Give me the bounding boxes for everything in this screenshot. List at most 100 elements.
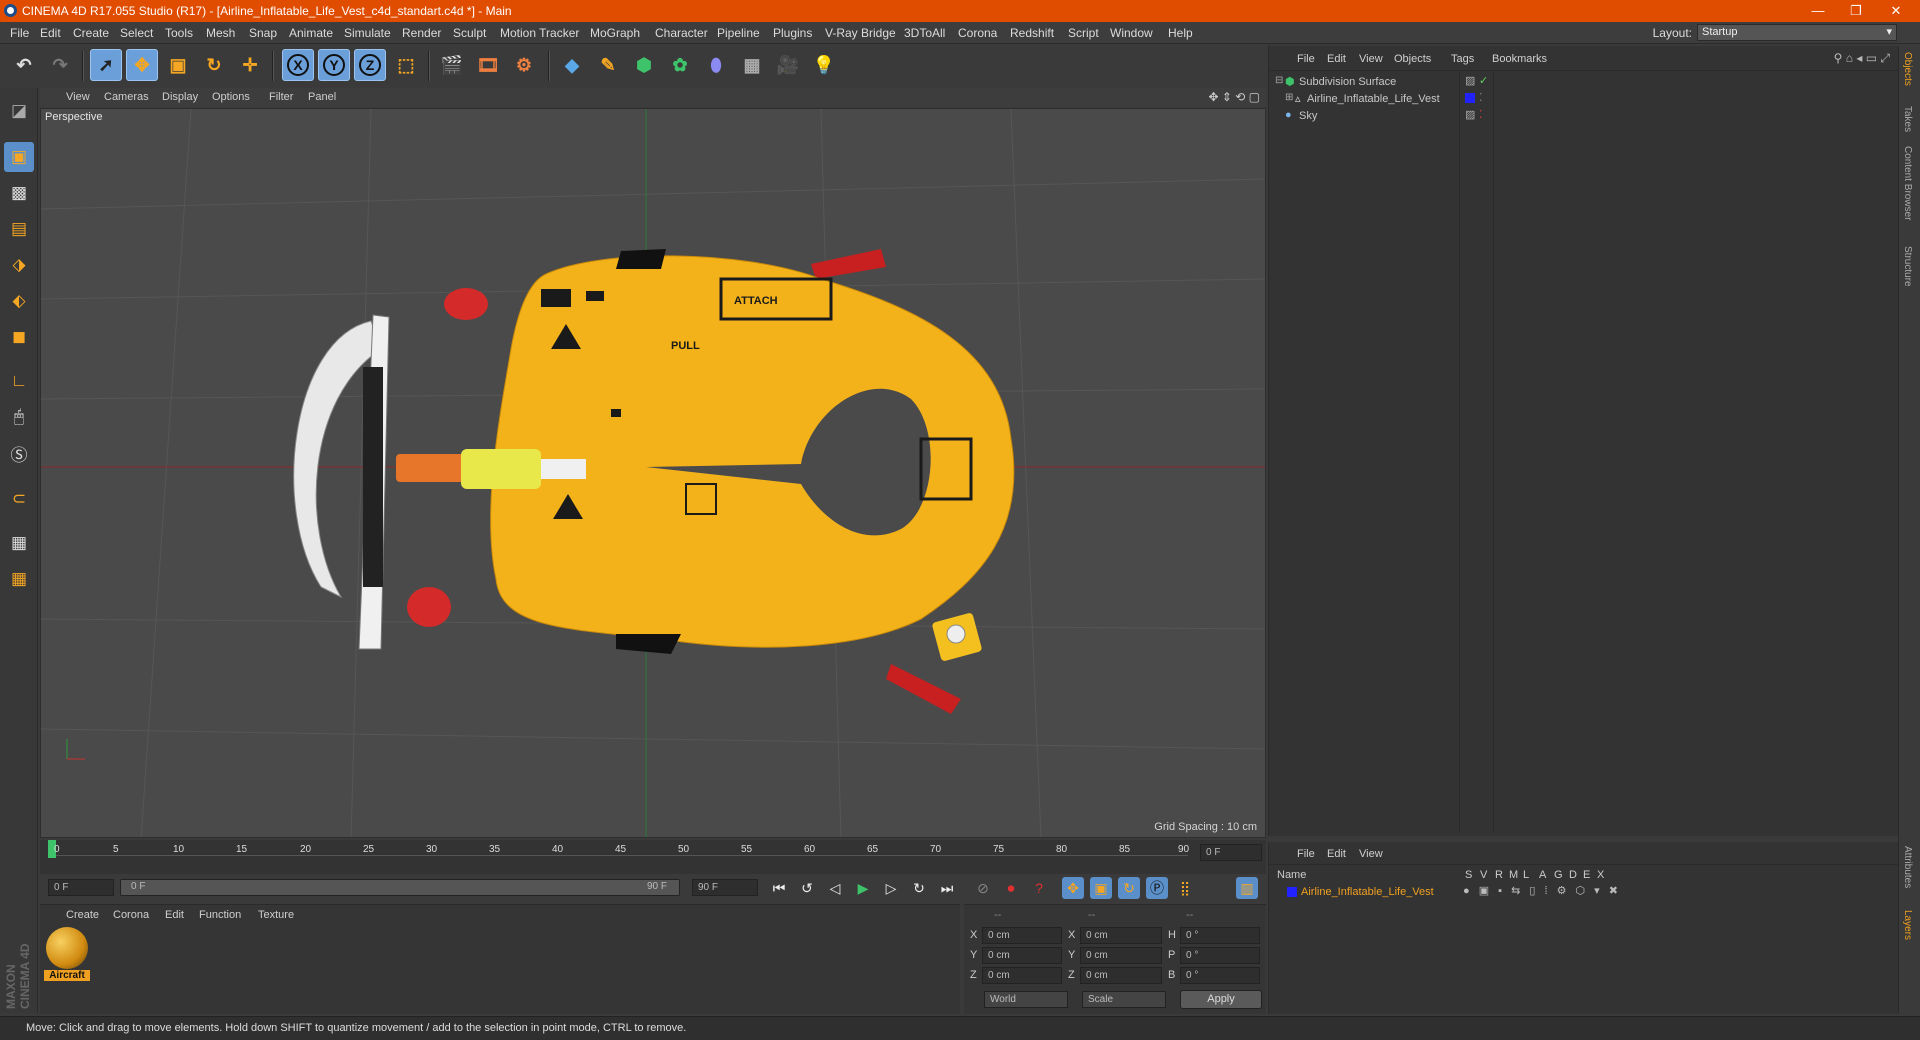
objects-menu-tags[interactable]: Tags <box>1451 53 1474 65</box>
polygons-mode-icon[interactable]: ◼ <box>4 322 34 352</box>
lock-workplane-icon[interactable]: ▦ <box>4 528 34 558</box>
object-manager-nav-icons[interactable]: ⚲ ⌂ ◂ ▭ ⤢ <box>1834 51 1890 66</box>
make-editable-icon[interactable]: ◪ <box>4 96 34 126</box>
viewport-menu-display[interactable]: Display <box>162 91 198 103</box>
layout-dropdown[interactable]: Startup ▾ <box>1697 24 1897 41</box>
render-view-icon[interactable]: 🎬 <box>436 49 468 81</box>
menu-window[interactable]: Window <box>1110 26 1153 40</box>
camera-icon[interactable]: 🎥 <box>772 49 804 81</box>
coord-pos-x-field[interactable]: 0 cm <box>982 927 1062 944</box>
coord-mode-world-dropdown[interactable]: World <box>984 991 1068 1008</box>
key-position-icon[interactable]: ✥ <box>1062 877 1084 899</box>
menu-corona[interactable]: Corona <box>958 26 997 40</box>
timeline-ruler[interactable]: 0 5 10 15 20 25 30 35 40 45 50 55 60 65 … <box>40 840 1266 874</box>
prev-frame-icon[interactable]: ◁ <box>824 877 846 899</box>
cloner-icon[interactable]: ✿ <box>664 49 696 81</box>
maximize-button[interactable]: ❐ <box>1838 1 1874 21</box>
material-aircraft[interactable]: Aircraft <box>44 927 90 985</box>
objects-menu-file[interactable]: File <box>1297 53 1315 65</box>
deformer-icon[interactable]: ⬮ <box>700 49 732 81</box>
editor-render-visibility-icon[interactable]: ▨ <box>1465 74 1475 87</box>
menu-simulate[interactable]: Simulate <box>344 26 391 40</box>
tab-content-browser[interactable]: Content Browser <box>1902 146 1913 220</box>
y-axis-lock-button[interactable]: Y <box>318 49 350 81</box>
menu-edit[interactable]: Edit <box>40 26 61 40</box>
visibility-dots-icon[interactable]: ⁚ <box>1479 91 1483 104</box>
axis-mode-icon[interactable]: ∟ <box>4 366 34 396</box>
cube-icon[interactable]: ◆ <box>556 49 588 81</box>
key-rotation-icon[interactable]: ↻ <box>1118 877 1140 899</box>
next-keyframe-icon[interactable]: ↻ <box>908 877 930 899</box>
menu-plugins[interactable]: Plugins <box>773 26 812 40</box>
object-row-life-vest[interactable]: ⊞ ▵ Airline_Inflatable_Life_Vest ⁚ <box>1273 91 1893 107</box>
apply-button[interactable]: Apply <box>1180 990 1262 1009</box>
workplane-icon[interactable]: ▤ <box>4 214 34 244</box>
material-menu-function[interactable]: Function <box>199 909 241 921</box>
subdivision-surface-icon[interactable]: ⬢ <box>628 49 660 81</box>
coord-rot-p-field[interactable]: 0 ° <box>1180 947 1260 964</box>
points-mode-icon[interactable]: ⬗ <box>4 250 34 280</box>
object-row-sky[interactable]: ● Sky ▨ ⁚ <box>1273 108 1893 124</box>
menu-character[interactable]: Character <box>655 26 708 40</box>
minimize-button[interactable]: — <box>1800 1 1836 21</box>
enabled-checkmark-icon[interactable]: ✓ <box>1479 74 1488 87</box>
viewport-menu-options[interactable]: Options <box>212 91 250 103</box>
menu-motion-tracker[interactable]: Motion Tracker <box>500 26 579 40</box>
preview-range-slider[interactable]: 0 F 90 F <box>120 879 680 896</box>
menu-script[interactable]: Script <box>1068 26 1099 40</box>
menu-create[interactable]: Create <box>73 26 109 40</box>
snap-icon[interactable]: Ⓢ <box>4 438 34 468</box>
layer-color-swatch[interactable] <box>1465 93 1475 103</box>
planar-workplane-icon[interactable]: ▦ <box>4 564 34 594</box>
viewport-menu-view[interactable]: View <box>66 91 90 103</box>
viewport-nav-icons[interactable]: ✥ ⇕ ⟲ ▢ <box>1208 90 1260 104</box>
play-icon[interactable]: ▶ <box>852 877 874 899</box>
objects-menu-edit[interactable]: Edit <box>1327 53 1346 65</box>
material-menu-texture[interactable]: Texture <box>258 909 294 921</box>
menu-render[interactable]: Render <box>402 26 441 40</box>
menu-sculpt[interactable]: Sculpt <box>453 26 486 40</box>
menu-mesh[interactable]: Mesh <box>206 26 235 40</box>
key-parameter-icon[interactable]: Ⓟ <box>1146 877 1168 899</box>
viewport-menu-cameras[interactable]: Cameras <box>104 91 149 103</box>
menu-select[interactable]: Select <box>120 26 153 40</box>
tree-expand-icon[interactable]: ⊞ <box>1285 92 1293 103</box>
layer-toggle-icons[interactable]: ● ▣ ▪ ⇆ ▯ ⁞ ⚙ ⬡ ▾ ✖ <box>1463 884 1621 897</box>
objects-menu-bookmarks[interactable]: Bookmarks <box>1492 53 1547 65</box>
current-frame-field[interactable]: 0 F <box>1200 844 1262 861</box>
coord-rot-h-field[interactable]: 0 ° <box>1180 927 1260 944</box>
coord-size-z-field[interactable]: 0 cm <box>1080 967 1162 984</box>
move-icon[interactable]: ✥ <box>126 49 158 81</box>
tab-takes[interactable]: Takes <box>1902 106 1913 132</box>
objects-menu-objects[interactable]: Objects <box>1394 53 1431 65</box>
layers-menu-edit[interactable]: Edit <box>1327 848 1346 860</box>
texture-mode-icon[interactable]: ▩ <box>4 178 34 208</box>
material-menu-corona[interactable]: Corona <box>113 909 149 921</box>
menu-file[interactable]: File <box>10 26 29 40</box>
pen-spline-icon[interactable]: ✎ <box>592 49 624 81</box>
layers-menu-view[interactable]: View <box>1359 848 1383 860</box>
model-mode-icon[interactable]: ▣ <box>4 142 34 172</box>
menu-mograph[interactable]: MoGraph <box>590 26 640 40</box>
menu-pipeline[interactable]: Pipeline <box>717 26 760 40</box>
object-row-subdivision-surface[interactable]: ⊟ ⬢ Subdivision Surface ▨ ✓ <box>1273 74 1893 90</box>
prev-keyframe-icon[interactable]: ↺ <box>796 877 818 899</box>
goto-start-icon[interactable]: ⏮ <box>768 877 790 899</box>
viewport-menu-filter[interactable]: Filter <box>269 91 293 103</box>
x-axis-lock-button[interactable]: X <box>282 49 314 81</box>
autokey-icon[interactable]: ? <box>1028 877 1050 899</box>
z-axis-lock-button[interactable]: Z <box>354 49 386 81</box>
coord-rot-b-field[interactable]: 0 ° <box>1180 967 1260 984</box>
undo-icon[interactable]: ↶ <box>8 49 40 81</box>
coordinate-system-icon[interactable]: ⬚ <box>390 49 422 81</box>
coord-mode-scale-dropdown[interactable]: Scale <box>1082 991 1166 1008</box>
render-settings-icon[interactable]: ⚙ <box>508 49 540 81</box>
redo-icon[interactable]: ↷ <box>44 49 76 81</box>
rotate-icon[interactable]: ↻ <box>198 49 230 81</box>
key-pla-icon[interactable]: ⣿ <box>1174 877 1196 899</box>
transform-icon[interactable]: ✛ <box>234 49 266 81</box>
menu-help[interactable]: Help <box>1168 26 1193 40</box>
coord-size-y-field[interactable]: 0 cm <box>1080 947 1162 964</box>
tab-attributes[interactable]: Attributes <box>1902 846 1913 888</box>
coord-pos-z-field[interactable]: 0 cm <box>982 967 1062 984</box>
